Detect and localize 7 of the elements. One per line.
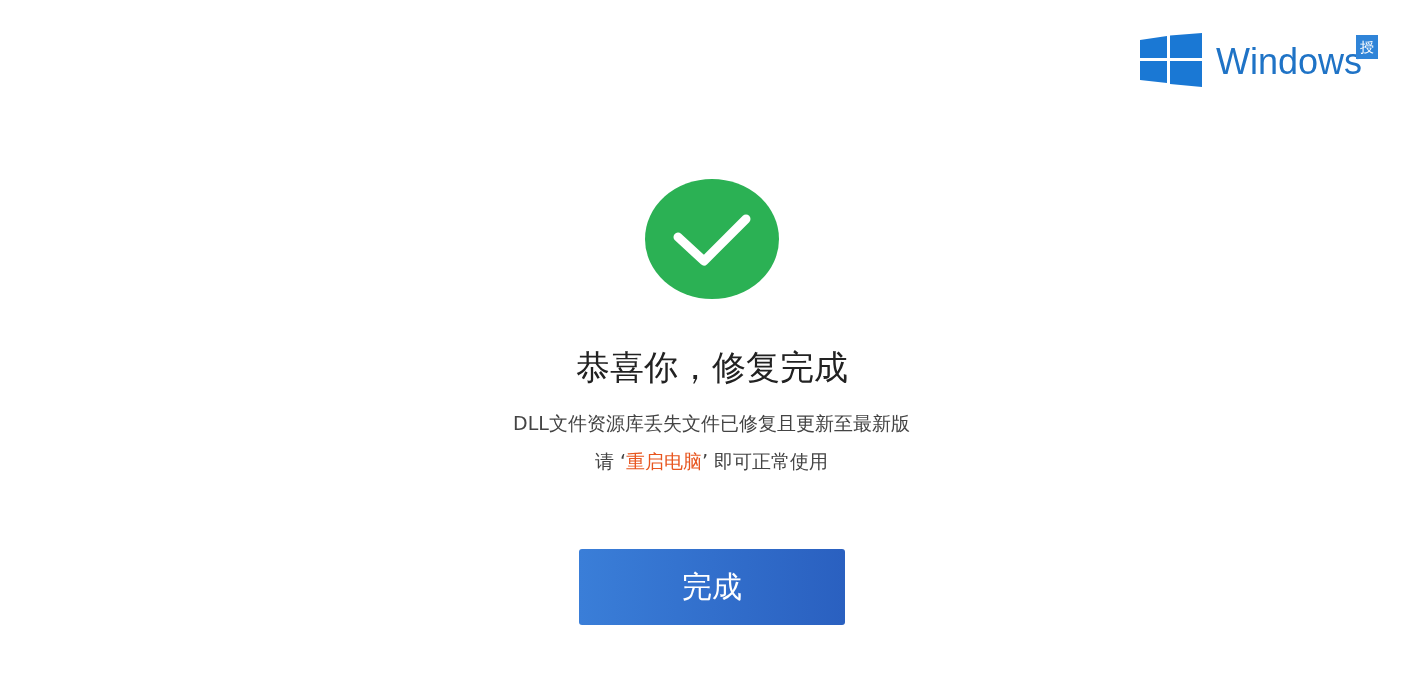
logo-badge: 授 <box>1356 35 1378 59</box>
done-button[interactable]: 完成 <box>578 549 845 625</box>
windows-logo-icon <box>1139 33 1202 87</box>
message-text: DLL文件资源库丢失文件已修复且更新至最新版 <box>513 411 910 436</box>
message-text: 请 ‘重启电脑’ 即可正常使用 <box>594 449 829 474</box>
check-icon <box>644 179 779 299</box>
result-title: 恭喜你，修复完成 <box>575 346 848 389</box>
